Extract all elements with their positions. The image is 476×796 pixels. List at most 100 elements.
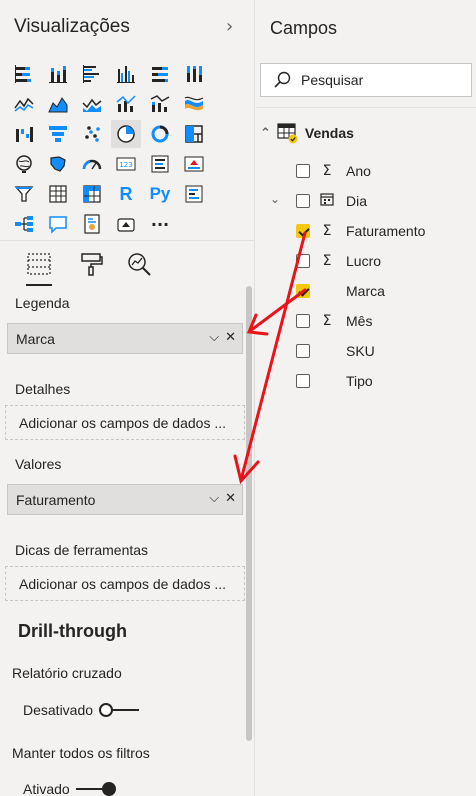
chevron-up-icon[interactable]: ⌃ <box>260 126 271 141</box>
table-icon[interactable] <box>43 180 73 208</box>
wells-scrollbar[interactable] <box>246 286 252 741</box>
keep-filters-label: Manter todos os filtros <box>12 745 150 761</box>
cross-report-state: Desativado <box>23 702 94 718</box>
search-box[interactable] <box>260 63 472 97</box>
paginated-report-icon[interactable] <box>77 210 107 238</box>
details-well-label: Detalhes <box>15 381 71 397</box>
field-checkbox[interactable] <box>296 284 310 298</box>
keep-filters-toggle[interactable] <box>75 782 116 796</box>
field-name: Faturamento <box>346 223 426 239</box>
tooltips-well-dropzone[interactable]: Adicionar os campos de dados ... <box>5 566 245 601</box>
waterfall-chart-icon[interactable] <box>9 120 39 148</box>
python-visual-label: Py <box>149 184 171 203</box>
field-checkbox[interactable] <box>296 374 310 388</box>
more-visuals-icon[interactable]: ··· <box>145 210 175 238</box>
stacked-column-chart-icon[interactable] <box>43 60 73 88</box>
chevron-right-icon[interactable]: › <box>226 16 242 38</box>
chevron-down-icon[interactable]: ⌄ <box>270 192 280 206</box>
field-item-7[interactable]: Tipo <box>296 371 373 391</box>
r-script-visual-icon[interactable]: R <box>111 180 141 208</box>
tooltips-well-label: Dicas de ferramentas <box>15 542 149 558</box>
field-item-1[interactable]: ⌄ Dia <box>270 191 368 211</box>
fields-tab-icon[interactable] <box>24 249 54 286</box>
cross-report-toggle[interactable] <box>99 703 140 717</box>
chevron-down-icon[interactable]: ⌵ <box>209 491 219 506</box>
area-chart-icon[interactable] <box>43 90 73 118</box>
field-checkbox[interactable] <box>296 224 310 238</box>
format-paint-roller-icon[interactable] <box>76 249 106 279</box>
field-item-0[interactable]: Σ Ano <box>296 161 371 181</box>
sigma-icon: Σ <box>322 313 332 329</box>
line-clustered-column-chart-icon[interactable] <box>111 90 141 118</box>
field-item-6[interactable]: SKU <box>296 341 375 361</box>
fields-pane: Campos ⌃ Vendas Σ Ano ⌄ Dia Σ Faturamento Σ Luc… <box>256 0 476 796</box>
calendar-icon <box>320 192 334 210</box>
clustered-column-chart-icon[interactable] <box>111 60 141 88</box>
python-visual-icon[interactable]: Py <box>145 180 175 208</box>
stacked-bar-chart-icon[interactable] <box>9 60 39 88</box>
sigma-icon: Σ <box>322 253 332 269</box>
field-checkbox[interactable] <box>296 344 310 358</box>
field-checkbox[interactable] <box>296 254 310 268</box>
table-name: Vendas <box>304 125 354 141</box>
gauge-icon[interactable] <box>77 150 107 178</box>
field-item-3[interactable]: Σ Lucro <box>296 251 381 271</box>
table-vendas-row[interactable]: ⌃ Vendas <box>260 122 354 144</box>
close-icon[interactable]: ✕ <box>225 491 236 506</box>
keep-filters-toggle-row: Ativado <box>23 781 116 796</box>
cross-report-toggle-row: Desativado <box>23 702 140 718</box>
field-name: SKU <box>346 343 375 359</box>
funnel-chart-icon[interactable] <box>43 120 73 148</box>
100-stacked-bar-chart-icon[interactable] <box>145 60 175 88</box>
field-name: Dia <box>346 193 368 209</box>
close-icon[interactable]: ✕ <box>225 330 236 345</box>
field-item-2[interactable]: Σ Faturamento <box>296 221 425 241</box>
r-visual-label: R <box>119 183 133 204</box>
field-name: Lucro <box>346 253 382 269</box>
visualizations-pane: Visualizações › 123 R Py ··· Legenda Mar… <box>0 0 255 796</box>
chevron-down-icon[interactable]: ⌵ <box>209 330 219 345</box>
analytics-magnifier-icon[interactable] <box>124 249 154 279</box>
field-name: Mês <box>346 313 373 329</box>
slicer-icon[interactable] <box>9 180 39 208</box>
scatter-chart-icon[interactable] <box>77 120 107 148</box>
card-icon-label: 123 <box>119 161 132 169</box>
key-influencers-icon[interactable] <box>179 180 209 208</box>
keep-filters-state: Ativado <box>23 781 70 796</box>
field-checkbox[interactable] <box>296 164 310 178</box>
cross-report-label: Relatório cruzado <box>12 665 122 681</box>
values-well-field[interactable]: Faturamento ⌵ ✕ <box>7 484 243 515</box>
clustered-bar-chart-icon[interactable] <box>77 60 107 88</box>
values-well-label: Valores <box>15 456 62 472</box>
field-item-5[interactable]: Σ Mês <box>296 311 372 331</box>
more-visuals-label: ··· <box>150 214 170 234</box>
matrix-icon[interactable] <box>77 180 107 208</box>
filled-map-icon[interactable] <box>43 150 73 178</box>
map-icon[interactable] <box>9 150 39 178</box>
qa-icon[interactable] <box>43 210 73 238</box>
visual-pane-tabs <box>0 240 255 286</box>
donut-chart-icon[interactable] <box>145 120 175 148</box>
decomposition-tree-icon[interactable] <box>9 210 39 238</box>
field-checkbox[interactable] <box>296 314 310 328</box>
kpi-icon[interactable] <box>179 150 209 178</box>
ribbon-chart-icon[interactable] <box>179 90 209 118</box>
details-well-dropzone[interactable]: Adicionar os campos de dados ... <box>5 405 245 440</box>
power-apps-icon[interactable] <box>111 210 141 238</box>
legend-well-field[interactable]: Marca ⌵ ✕ <box>7 323 243 354</box>
multi-row-card-icon[interactable] <box>145 150 175 178</box>
search-input[interactable] <box>301 72 461 88</box>
field-name: Tipo <box>346 373 373 389</box>
card-icon[interactable]: 123 <box>111 150 141 178</box>
line-chart-icon[interactable] <box>9 90 39 118</box>
stacked-area-chart-icon[interactable] <box>77 90 107 118</box>
fields-divider <box>256 107 476 108</box>
line-stacked-column-chart-icon[interactable] <box>145 90 175 118</box>
pie-chart-icon[interactable] <box>111 120 141 148</box>
field-checkbox[interactable] <box>296 194 310 208</box>
legend-field-name: Marca <box>16 330 55 347</box>
treemap-icon[interactable] <box>179 120 209 148</box>
100-stacked-column-chart-icon[interactable] <box>179 60 209 88</box>
field-item-4[interactable]: Marca <box>296 281 385 301</box>
visual-gallery: 123 R Py ··· <box>9 60 247 240</box>
